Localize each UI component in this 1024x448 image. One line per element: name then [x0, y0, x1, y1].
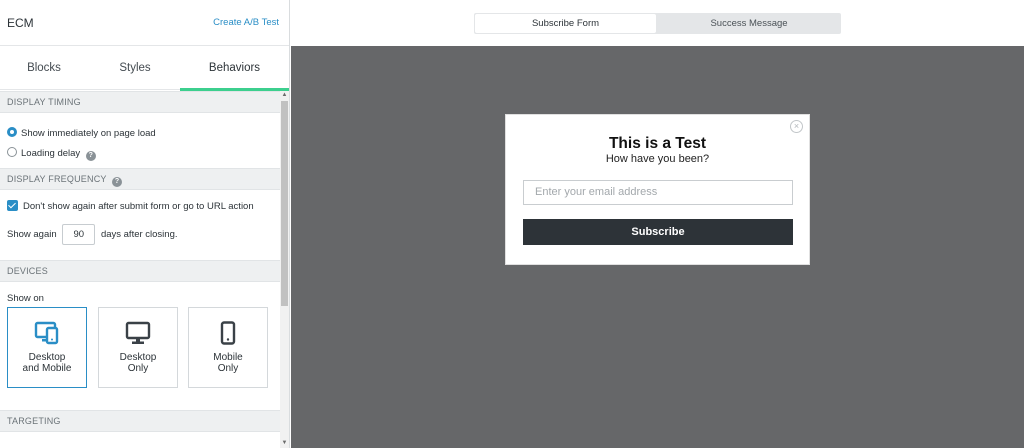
app-title: ECM	[7, 16, 34, 30]
checkbox-checked[interactable]	[7, 200, 18, 211]
targeting-heading-text: TARGETING	[7, 416, 61, 426]
create-ab-test-link[interactable]: Create A/B Test	[213, 17, 279, 28]
radio-loading-delay[interactable]: Loading delay ?	[7, 147, 96, 161]
radio-show-immediately[interactable]: Show immediately on page load	[7, 127, 156, 139]
subscribe-button[interactable]: Subscribe	[523, 219, 793, 245]
device-option-mobile-only[interactable]: Mobile Only	[188, 307, 268, 388]
scroll-down-arrow-icon[interactable]: ▼	[280, 439, 289, 448]
scroll-thumb[interactable]	[281, 101, 288, 306]
radio-button-selected[interactable]	[7, 127, 17, 137]
tab-styles[interactable]: Styles	[90, 46, 180, 90]
show-on-label: Show on	[7, 293, 44, 304]
help-icon[interactable]: ?	[112, 177, 123, 187]
behaviors-content: DISPLAY TIMING Show immediately on page …	[0, 91, 280, 448]
device-label-line1: Mobile	[213, 352, 243, 363]
popup-preview: × This is a Test How have you been? Ente…	[505, 114, 810, 265]
device-label-line2: Only	[217, 363, 239, 374]
device-label: Desktop Only	[99, 352, 177, 374]
targeting-heading: TARGETING	[0, 410, 280, 432]
scroll-up-arrow-icon[interactable]: ▲	[280, 91, 289, 100]
email-field[interactable]: Enter your email address	[523, 180, 793, 205]
radio-label-show-immediately: Show immediately on page load	[21, 128, 156, 139]
radio-button[interactable]	[7, 147, 17, 157]
popup-title: This is a Test	[608, 135, 707, 152]
device-label: Desktop and Mobile	[8, 352, 86, 374]
segment-subscribe-form[interactable]: Subscribe Form	[475, 14, 656, 33]
help-icon[interactable]: ?	[85, 151, 96, 161]
display-frequency-heading: DISPLAY FREQUENCY ?	[0, 168, 280, 190]
desktop-icon	[99, 321, 177, 344]
devices-heading: DEVICES	[0, 260, 280, 282]
device-label: Mobile Only	[189, 352, 267, 374]
panel-scrollbar[interactable]: ▲ ▼	[280, 91, 289, 448]
device-label-line1: Desktop	[28, 352, 66, 363]
device-label-line1: Desktop	[119, 352, 157, 363]
show-again-prefix: Show again	[7, 229, 57, 241]
display-timing-heading-text: DISPLAY TIMING	[7, 97, 81, 107]
show-again-days-input[interactable]: 90	[62, 224, 96, 245]
device-label-line2: Only	[127, 363, 149, 374]
show-again-suffix: days after closing.	[100, 229, 178, 241]
panel-tabs: Blocks Styles Behaviors	[0, 46, 289, 91]
devices-heading-text: DEVICES	[7, 266, 48, 276]
checkbox-label: Don't show again after submit form or go…	[23, 201, 254, 212]
tab-blocks[interactable]: Blocks	[0, 46, 88, 90]
device-label-line2: and Mobile	[22, 363, 72, 374]
device-option-desktop-and-mobile[interactable]: Desktop and Mobile	[7, 307, 87, 388]
radio-label-loading-delay: Loading delay	[21, 148, 81, 159]
display-frequency-heading-text: DISPLAY FREQUENCY	[7, 174, 107, 184]
popup-subtitle: How have you been?	[605, 153, 710, 165]
checkbox-dont-show-again[interactable]: Don't show again after submit form or go…	[7, 200, 254, 212]
desktop-mobile-icon	[8, 321, 86, 345]
panel-header: ECM Create A/B Test	[0, 0, 289, 46]
settings-panel: ECM Create A/B Test Blocks Styles Behavi…	[0, 0, 290, 448]
preview-mode-switch: Subscribe Form Success Message	[474, 13, 841, 34]
tab-behaviors[interactable]: Behaviors	[180, 46, 289, 91]
mobile-icon	[189, 321, 267, 345]
show-again-row: Show again 90 days after closing.	[7, 224, 178, 245]
display-timing-heading: DISPLAY TIMING	[0, 91, 280, 113]
close-icon[interactable]: ×	[790, 120, 803, 133]
segment-success-message[interactable]: Success Message	[657, 13, 841, 34]
device-option-desktop-only[interactable]: Desktop Only	[98, 307, 178, 388]
